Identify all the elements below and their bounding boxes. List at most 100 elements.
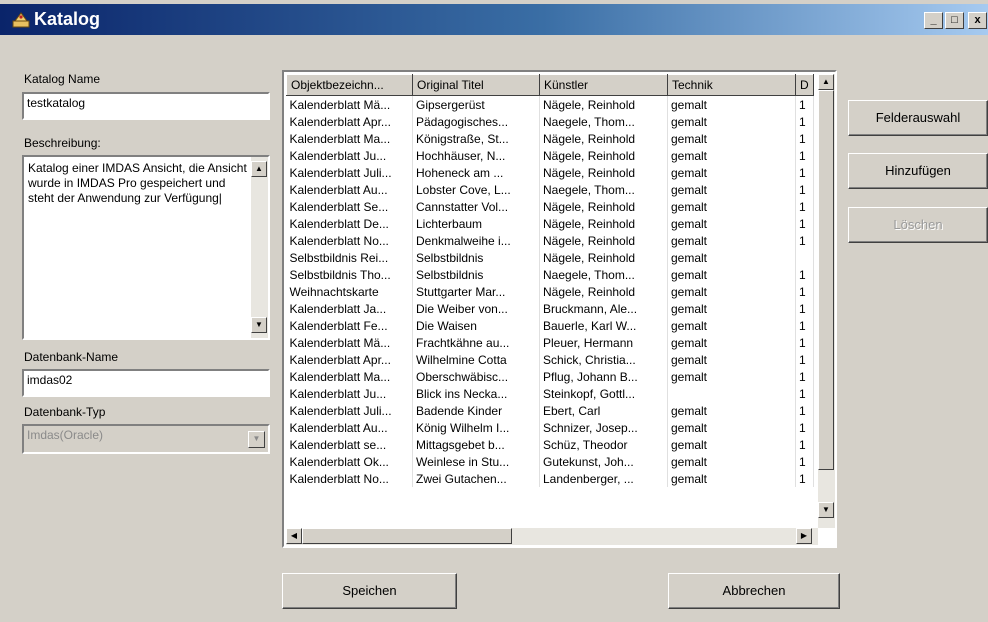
description-textarea[interactable]: Katalog einer IMDAS Ansicht, die Ansicht… [22, 155, 270, 340]
table-cell: Kalenderblatt Apr... [286, 113, 413, 130]
table-cell: Kalenderblatt Ju... [286, 147, 413, 164]
table-cell: Denkmalweihe i... [412, 232, 540, 249]
table-row[interactable]: Kalenderblatt Ju... Blick ins Necka... Ste… [286, 385, 814, 402]
scroll-up-icon[interactable]: ▲ [251, 161, 267, 177]
table-cell: Gutekunst, Joh... [539, 453, 668, 470]
description-scrollbar[interactable]: ▲ ▼ [251, 157, 268, 338]
column-header[interactable]: Original Titel [412, 74, 540, 96]
table-cell: Bauerle, Karl W... [539, 317, 668, 334]
field-select-button[interactable]: Felderauswahl [848, 100, 988, 136]
column-header[interactable]: Künstler [539, 74, 668, 96]
table-cell: Schick, Christia... [539, 351, 668, 368]
cancel-button[interactable]: Abbrechen [668, 573, 840, 609]
table-cell: Blick ins Necka... [412, 385, 540, 402]
table-cell: Cannstatter Vol... [412, 198, 540, 215]
table-cell: Kalenderblatt Ma... [286, 130, 413, 147]
table-cell: Kalenderblatt Ju... [286, 385, 413, 402]
add-button[interactable]: Hinzufügen [848, 153, 988, 189]
table-cell: Pleuer, Hermann [539, 334, 668, 351]
scroll-left-icon[interactable]: ◀ [286, 528, 302, 544]
scroll-thumb[interactable] [302, 528, 512, 544]
grid-table: Objektbezeichn... Original Titel Künstle… [286, 74, 814, 487]
table-cell: Kalenderblatt Au... [286, 419, 413, 436]
table-cell: 1 [795, 266, 814, 283]
table-cell: Selbstbildnis Rei... [286, 249, 413, 266]
scroll-down-icon[interactable]: ▼ [251, 317, 267, 333]
scroll-up-icon[interactable]: ▲ [818, 74, 834, 90]
column-header[interactable]: Technik [667, 74, 796, 96]
table-cell: Kalenderblatt De... [286, 215, 413, 232]
table-row[interactable]: Weihnachtskarte Stuttgarter Mar... Nägele,… [286, 283, 814, 300]
table-row[interactable]: Kalenderblatt No... Denkmalweihe i... Näge… [286, 232, 814, 249]
table-cell: Kalenderblatt Ja... [286, 300, 413, 317]
save-button[interactable]: Speichen [282, 573, 457, 609]
description-text: Katalog einer IMDAS Ansicht, die Ansicht… [28, 161, 247, 205]
scroll-down-icon[interactable]: ▼ [818, 502, 834, 518]
delete-button[interactable]: Löschen [848, 207, 988, 243]
table-cell: Nägele, Reinhold [539, 198, 668, 215]
maximize-button[interactable]: □ [945, 12, 964, 29]
catalog-grid[interactable]: Objektbezeichn... Original Titel Künstle… [282, 70, 837, 548]
table-row[interactable]: Kalenderblatt Fe... Die Waisen Bauerle, Ka… [286, 317, 814, 334]
table-row[interactable]: Kalenderblatt Juli... Hoheneck am ... Näge… [286, 164, 814, 181]
table-cell: 1 [795, 130, 814, 147]
table-row[interactable]: Kalenderblatt De... Lichterbaum Nägele, Re… [286, 215, 814, 232]
table-row[interactable]: Kalenderblatt No... Zwei Gutachen... Lande… [286, 470, 814, 487]
column-header[interactable]: Objektbezeichn... [286, 74, 413, 96]
close-button[interactable]: x [968, 12, 987, 29]
table-cell: Stuttgarter Mar... [412, 283, 540, 300]
table-cell: gemalt [667, 351, 796, 368]
grid-vertical-scrollbar[interactable]: ▲ ▼ [818, 74, 835, 528]
table-cell: Naegele, Thom... [539, 181, 668, 198]
table-cell: Ebert, Carl [539, 402, 668, 419]
table-cell: Nägele, Reinhold [539, 232, 668, 249]
table-cell: Schnizer, Josep... [539, 419, 668, 436]
table-row[interactable]: Kalenderblatt se... Mittagsgebet b... Schü… [286, 436, 814, 453]
table-cell: 1 [795, 385, 814, 402]
minimize-button[interactable]: _ [924, 12, 943, 29]
table-row[interactable]: Kalenderblatt Ok... Weinlese in Stu... Gut… [286, 453, 814, 470]
table-cell: Naegele, Thom... [539, 113, 668, 130]
table-row[interactable]: Selbstbildnis Tho... Selbstbildnis Naegele… [286, 266, 814, 283]
table-row[interactable]: Kalenderblatt Juli... Badende Kinder Ebert… [286, 402, 814, 419]
table-row[interactable]: Selbstbildnis Rei... Selbstbildnis Nägele,… [286, 249, 814, 266]
table-row[interactable]: Kalenderblatt Apr... Wilhelmine Cotta Schi… [286, 351, 814, 368]
table-cell: Kalenderblatt Juli... [286, 402, 413, 419]
table-cell: 1 [795, 113, 814, 130]
column-header[interactable]: D [795, 74, 814, 96]
table-cell: Kalenderblatt No... [286, 232, 413, 249]
scroll-thumb[interactable] [818, 90, 834, 470]
table-cell: gemalt [667, 147, 796, 164]
table-cell: Die Waisen [412, 317, 540, 334]
table-cell: 1 [795, 147, 814, 164]
scroll-right-icon[interactable]: ▶ [796, 528, 812, 544]
table-row[interactable]: Kalenderblatt Mä... Frachtkähne au... Pleu… [286, 334, 814, 351]
table-cell: gemalt [667, 181, 796, 198]
table-cell: gemalt [667, 266, 796, 283]
table-cell: gemalt [667, 419, 796, 436]
table-row[interactable]: Kalenderblatt Ju... Hochhäuser, N... Nägel… [286, 147, 814, 164]
table-cell: 1 [795, 300, 814, 317]
table-cell: gemalt [667, 164, 796, 181]
catalog-name-label: Katalog Name [24, 72, 101, 86]
table-row[interactable]: Kalenderblatt Ma... Oberschwäbisc... Pflug… [286, 368, 814, 385]
table-row[interactable]: Kalenderblatt Mä... Gipsergerüst Nägele, R… [286, 95, 814, 113]
table-cell: Nägele, Reinhold [539, 147, 668, 164]
table-cell: Kalenderblatt Ma... [286, 368, 413, 385]
table-cell: Nägele, Reinhold [539, 249, 668, 266]
catalog-name-field[interactable]: testkatalog [22, 92, 270, 120]
table-cell: Kalenderblatt Mä... [286, 95, 413, 113]
table-row[interactable]: Kalenderblatt Au... Lobster Cove, L... Nae… [286, 181, 814, 198]
table-row[interactable]: Kalenderblatt Se... Cannstatter Vol... Näg… [286, 198, 814, 215]
table-cell: Kalenderblatt No... [286, 470, 413, 487]
table-row[interactable]: Kalenderblatt Ma... Königstraße, St... Näg… [286, 130, 814, 147]
db-name-field[interactable]: imdas02 [22, 369, 270, 397]
katalog-window: Katalog _ □ x Katalog Name testkatalog B… [0, 0, 988, 622]
grid-horizontal-scrollbar[interactable]: ◀ ▶ [286, 528, 818, 545]
title-bar[interactable]: Katalog _ □ x [0, 4, 988, 35]
table-row[interactable]: Kalenderblatt Au... König Wilhelm I... Sch… [286, 419, 814, 436]
table-cell: Lobster Cove, L... [412, 181, 540, 198]
table-row[interactable]: Kalenderblatt Apr... Pädagogisches... Naeg… [286, 113, 814, 130]
table-cell: 1 [795, 436, 814, 453]
table-row[interactable]: Kalenderblatt Ja... Die Weiber von... Bruc… [286, 300, 814, 317]
